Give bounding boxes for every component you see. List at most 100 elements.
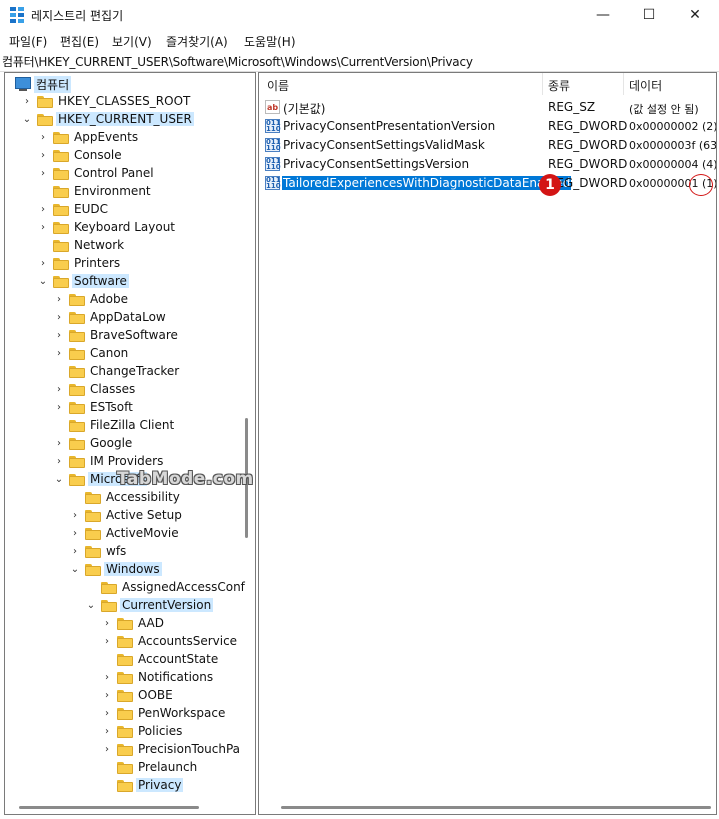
tree-item-label[interactable]: Environment (72, 184, 153, 198)
tree-item[interactable]: › Google (5, 435, 245, 453)
tree-item[interactable]: Accessibility (5, 489, 245, 507)
tree-item[interactable]: › Keyboard Layout (5, 219, 245, 237)
tree-item-label[interactable]: HKEY_CLASSES_ROOT (56, 94, 192, 108)
tree-item[interactable]: › PenWorkspace (5, 705, 245, 723)
tree-item[interactable]: Prelaunch (5, 759, 245, 777)
tree-item[interactable]: › Active Setup (5, 507, 245, 525)
tree-item-label[interactable]: ChangeTracker (88, 364, 181, 378)
tree-item-label[interactable]: IM Providers (88, 454, 165, 468)
tree-item-label[interactable]: EUDC (72, 202, 110, 216)
menu-edit[interactable]: 편집(E) (60, 33, 99, 50)
tree-item[interactable]: ⌄ CurrentVersion (5, 597, 245, 615)
tree-item-label[interactable]: AccountsService (136, 634, 239, 648)
tree-item-label[interactable]: Printers (72, 256, 122, 270)
chevron-right-icon[interactable]: › (101, 688, 113, 702)
chevron-down-icon[interactable]: ⌄ (53, 472, 65, 486)
tree-item-label[interactable]: PenWorkspace (136, 706, 227, 720)
tree-item-label[interactable]: Notifications (136, 670, 215, 684)
chevron-right-icon[interactable]: › (53, 346, 65, 360)
tree-item[interactable]: › Printers (5, 255, 245, 273)
tree-item-label[interactable]: Classes (88, 382, 137, 396)
chevron-right-icon[interactable]: › (53, 382, 65, 396)
chevron-right-icon[interactable]: › (53, 310, 65, 324)
chevron-right-icon[interactable]: › (101, 724, 113, 738)
tree-item[interactable]: AssignedAccessConf (5, 579, 245, 597)
tree-item[interactable]: › PrecisionTouchPa (5, 741, 245, 759)
tree-item[interactable]: › Notifications (5, 669, 245, 687)
tree-item[interactable]: › Control Panel (5, 165, 245, 183)
tree-item-label[interactable]: Policies (136, 724, 184, 738)
tree-item-label[interactable]: FileZilla Client (88, 418, 176, 432)
value-row[interactable]: 011 110 PrivacyConsentSettingsValidMask RE… (259, 136, 716, 155)
tree-item-label[interactable]: Active Setup (104, 508, 184, 522)
tree-item[interactable]: › Classes (5, 381, 245, 399)
tree-item[interactable]: ⌄ Windows (5, 561, 245, 579)
tree-item[interactable]: › AppDataLow (5, 309, 245, 327)
chevron-down-icon[interactable]: ⌄ (85, 598, 97, 612)
tree-item[interactable]: › AAD (5, 615, 245, 633)
tree-item-label[interactable]: Adobe (88, 292, 130, 306)
tree-item-label[interactable]: Keyboard Layout (72, 220, 177, 234)
chevron-right-icon[interactable]: › (37, 202, 49, 216)
value-name[interactable]: PrivacyConsentSettingsValidMask (282, 138, 486, 152)
chevron-down-icon[interactable]: ⌄ (37, 274, 49, 288)
menu-favorites[interactable]: 즐겨찾기(A) (166, 33, 228, 50)
tree-item[interactable]: Environment (5, 183, 245, 201)
tree-item-label[interactable]: AAD (136, 616, 166, 630)
tree-item[interactable]: › Adobe (5, 291, 245, 309)
tree-item[interactable]: ChangeTracker (5, 363, 245, 381)
tree-item-label[interactable]: AppEvents (72, 130, 140, 144)
value-list-pane[interactable]: 이름 종류 데이터 ab (기본값) REG_SZ (값 설정 안 됨) 011 110… (258, 72, 717, 815)
minimize-button[interactable]: — (580, 0, 626, 30)
tree-item-label[interactable]: AppDataLow (88, 310, 168, 324)
tree-item[interactable]: › AppEvents (5, 129, 245, 147)
value-name[interactable]: PrivacyConsentSettingsVersion (282, 157, 470, 171)
value-row[interactable]: 011 110 PrivacyConsentSettingsVersion REG_… (259, 155, 716, 174)
tree-item[interactable]: Network (5, 237, 245, 255)
maximize-button[interactable]: ☐ (626, 0, 672, 30)
value-name[interactable]: (기본값) (282, 100, 326, 117)
chevron-right-icon[interactable]: › (53, 454, 65, 468)
chevron-right-icon[interactable]: › (53, 436, 65, 450)
tree-item[interactable]: ⌄ Software (5, 273, 245, 291)
address-bar[interactable]: 컴퓨터\HKEY_CURRENT_USER\Software\Microsoft… (0, 52, 719, 72)
chevron-right-icon[interactable]: › (101, 706, 113, 720)
column-header-name[interactable]: 이름 (267, 77, 289, 99)
close-button[interactable]: ✕ (672, 0, 718, 30)
column-separator[interactable] (542, 73, 543, 95)
chevron-right-icon[interactable]: › (37, 148, 49, 162)
chevron-right-icon[interactable]: › (69, 508, 81, 522)
tree-item[interactable]: 컴퓨터 (5, 75, 245, 93)
tree-item[interactable]: Privacy (5, 777, 245, 795)
tree-item[interactable]: FileZilla Client (5, 417, 245, 435)
tree-item-label[interactable]: CurrentVersion (120, 598, 214, 612)
chevron-right-icon[interactable]: › (69, 544, 81, 558)
tree-item-label[interactable]: PrecisionTouchPa (136, 742, 242, 756)
tree-item-label[interactable]: wfs (104, 544, 128, 558)
chevron-right-icon[interactable]: › (101, 742, 113, 756)
menu-file[interactable]: 파일(F) (9, 33, 47, 50)
chevron-right-icon[interactable]: › (37, 256, 49, 270)
tree-item-label[interactable]: Canon (88, 346, 130, 360)
chevron-right-icon[interactable]: › (37, 220, 49, 234)
tree-item[interactable]: › AccountsService (5, 633, 245, 651)
tree-item[interactable]: › ActiveMovie (5, 525, 245, 543)
tree-item-label[interactable]: ActiveMovie (104, 526, 181, 540)
chevron-right-icon[interactable]: › (37, 166, 49, 180)
tree-item-label[interactable]: OOBE (136, 688, 175, 702)
tree-item[interactable]: › wfs (5, 543, 245, 561)
tree-item[interactable]: › Policies (5, 723, 245, 741)
tree-item-label[interactable]: Network (72, 238, 126, 252)
chevron-right-icon[interactable]: › (101, 670, 113, 684)
tree-horizontal-scrollbar[interactable] (19, 806, 199, 809)
tree-item-label[interactable]: AccountState (136, 652, 220, 666)
tree-item-label[interactable]: Control Panel (72, 166, 156, 180)
menu-help[interactable]: 도움말(H) (244, 33, 296, 50)
tree-item[interactable]: › Canon (5, 345, 245, 363)
tree-item-label[interactable]: ESTsoft (88, 400, 135, 414)
chevron-right-icon[interactable]: › (101, 616, 113, 630)
menu-view[interactable]: 보기(V) (112, 33, 152, 50)
tree-item[interactable]: › ESTsoft (5, 399, 245, 417)
tree-item[interactable]: › EUDC (5, 201, 245, 219)
tree-item-label[interactable]: Windows (104, 562, 162, 576)
